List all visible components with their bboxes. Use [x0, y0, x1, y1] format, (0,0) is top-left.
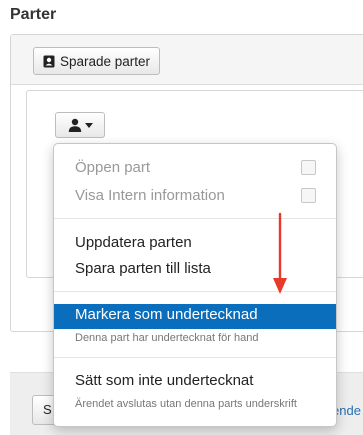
saved-parties-label: Sparade parter	[60, 53, 151, 69]
set-unsigned-label: Sätt som inte undertecknat	[75, 372, 254, 389]
mark-signed-description: Denna part har undertecknat för hand	[75, 332, 259, 344]
menu-item-save-party[interactable]: Spara parten till lista	[54, 259, 336, 281]
menu-item-show-internal[interactable]: Visa Intern information	[54, 186, 336, 208]
menu-divider	[54, 218, 336, 219]
save-party-label: Spara parten till lista	[75, 260, 211, 277]
menu-item-mark-signed[interactable]: Markera som undertecknad	[54, 304, 336, 329]
caret-down-icon	[84, 122, 93, 128]
party-menu-button[interactable]	[55, 112, 105, 138]
party-dropdown-menu: Öppen part Visa Intern information Uppda…	[53, 143, 337, 427]
menu-item-update-party[interactable]: Uppdatera parten	[54, 233, 336, 255]
section-title: Parter	[10, 6, 57, 23]
menu-divider	[54, 357, 336, 358]
annotation-arrow-icon	[273, 212, 287, 294]
user-icon	[68, 118, 81, 132]
update-party-label: Uppdatera parten	[75, 234, 192, 251]
panel-header: Sparade parter	[11, 35, 363, 85]
menu-item-open-party[interactable]: Öppen part	[54, 158, 336, 180]
show-internal-label: Visa Intern information	[75, 187, 225, 204]
menu-divider	[54, 291, 336, 292]
mark-signed-label: Markera som undertecknad	[75, 306, 258, 323]
open-party-label: Öppen part	[75, 159, 151, 176]
open-party-checkbox[interactable]	[301, 160, 316, 175]
menu-item-set-unsigned[interactable]: Sätt som inte undertecknat	[54, 371, 336, 393]
set-unsigned-description: Ärendet avslutas utan denna parts unders…	[75, 398, 297, 410]
show-internal-checkbox[interactable]	[301, 188, 316, 203]
contact-card-icon	[43, 55, 55, 67]
saved-parties-button[interactable]: Sparade parter	[33, 47, 161, 75]
